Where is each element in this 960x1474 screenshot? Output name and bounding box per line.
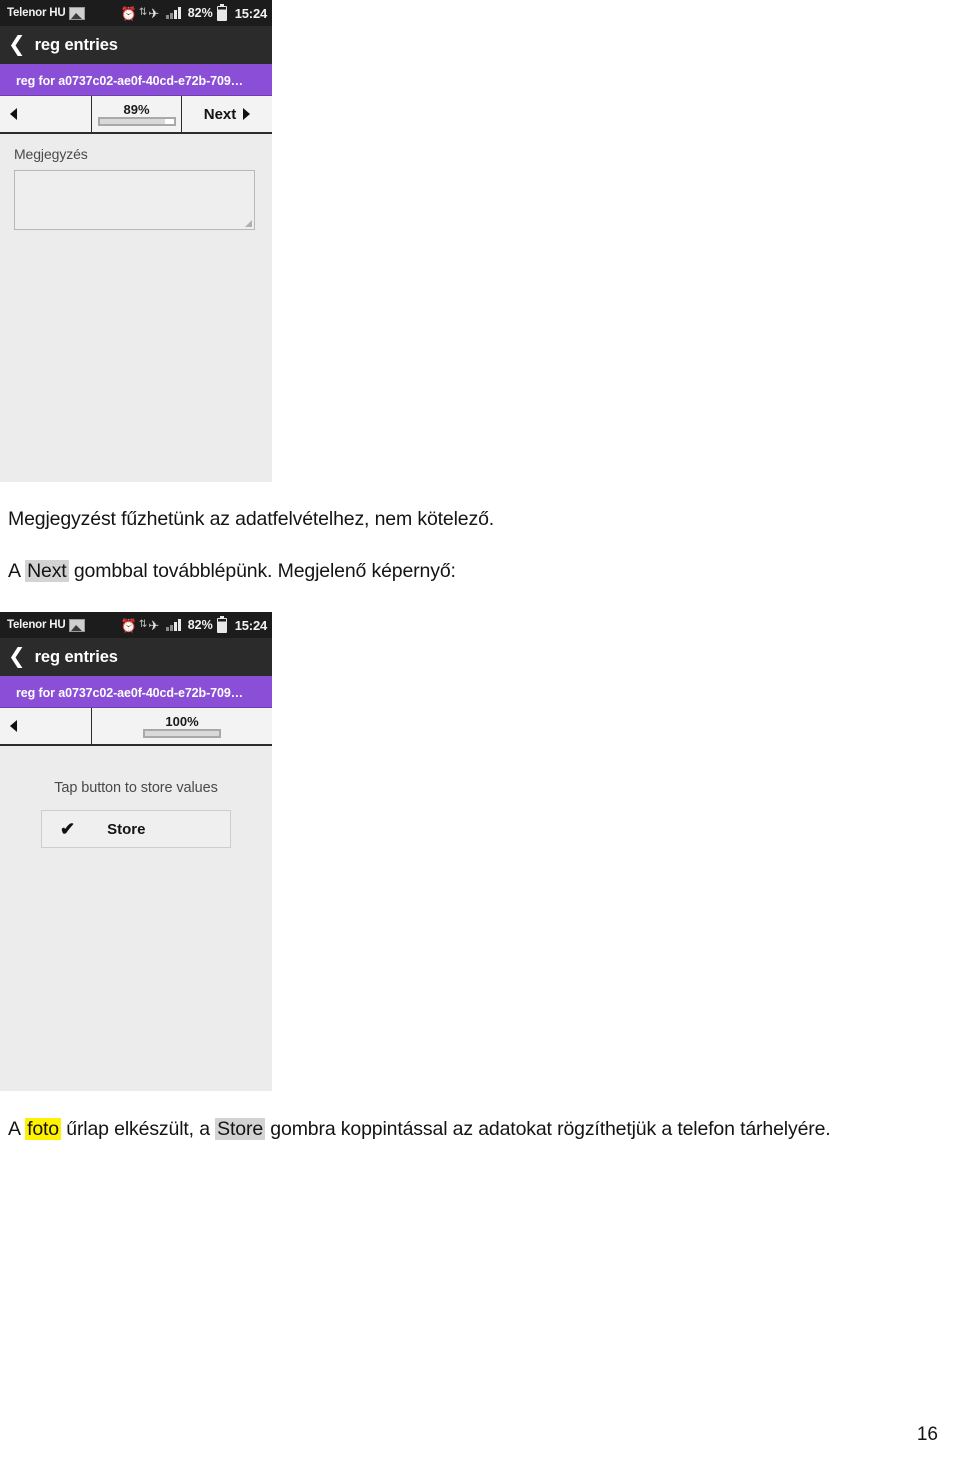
- form-progress-1: 89%: [92, 96, 182, 132]
- back-chevron-icon[interactable]: ❮: [8, 646, 26, 667]
- paragraph-note-optional: Megjegyzést fűzhetünk az adatfelvételhez…: [8, 506, 494, 532]
- check-mark-icon: ✔: [60, 819, 76, 839]
- phone-screenshot-1: Telenor HU ⏰ ⇅ ✈ 82% 15:24 ❮ reg entries…: [0, 0, 272, 482]
- action-bar-title: reg entries: [34, 647, 118, 666]
- form-title-label: reg for a0737c02-ae0f-40cd-e72b-709…: [16, 685, 244, 700]
- form-title-bar-2: reg for a0737c02-ae0f-40cd-e72b-709…: [0, 678, 272, 708]
- signal-bars-icon: [166, 7, 181, 19]
- inline-highlight-foto: foto: [25, 1118, 61, 1140]
- triangle-left-icon: [10, 108, 17, 120]
- picture-icon: [68, 618, 85, 632]
- paragraph-text-part: gombbal továbblépünk. Megjelenő képernyő…: [68, 560, 456, 582]
- signal-bars-icon: [166, 619, 181, 631]
- paragraph-text: Megjegyzést fűzhetünk az adatfelvételhez…: [8, 508, 495, 530]
- inline-highlight-store: Store: [215, 1118, 266, 1140]
- picture-icon: [68, 6, 85, 20]
- form-title-label: reg for a0737c02-ae0f-40cd-e72b-709…: [16, 73, 244, 88]
- action-bar-2: ❮ reg entries: [0, 638, 272, 678]
- store-button-label: Store: [107, 820, 146, 838]
- form-nav-row-2: 100%: [0, 708, 272, 746]
- status-icons-group: ⏰ ⇅ ✈ 82% 15:24: [120, 615, 267, 633]
- inline-highlight-next: Next: [25, 560, 69, 582]
- clock-label: 15:24: [234, 5, 267, 21]
- triangle-left-icon: [10, 720, 17, 732]
- form-progress-2: 100%: [92, 708, 272, 744]
- carrier-label: Telenor HU: [7, 619, 66, 631]
- paragraph-text-part: űrlap elkészült, a: [61, 1118, 216, 1140]
- wifi-icon: ✈: [148, 5, 160, 21]
- form-body-2: Tap button to store values ✔ Store: [0, 746, 272, 1091]
- sync-icon: ⇅: [138, 7, 148, 18]
- battery-icon: [216, 615, 227, 633]
- action-bar-1: ❮ reg entries: [0, 26, 272, 66]
- page-number: 16: [916, 1424, 938, 1445]
- alarm-clock-icon: ⏰: [120, 617, 137, 633]
- form-title-bar-1: reg for a0737c02-ae0f-40cd-e72b-709…: [0, 66, 272, 96]
- triangle-right-icon: [243, 108, 251, 120]
- paragraph-text-part: gombra koppintással az adatokat rögzíthe…: [265, 1118, 831, 1140]
- phone-screenshot-2: Telenor HU ⏰ ⇅ ✈ 82% 15:24 ❮ reg entries…: [0, 612, 272, 1091]
- battery-percent-label: 82%: [187, 618, 213, 632]
- progress-bar: [97, 116, 176, 126]
- note-textarea[interactable]: [14, 170, 255, 230]
- form-nav-row-1: 89% Next: [0, 96, 272, 134]
- prev-button[interactable]: [0, 708, 92, 744]
- battery-icon: [216, 3, 227, 21]
- progress-bar: [143, 728, 221, 738]
- clock-label: 15:24: [234, 617, 267, 633]
- status-bar-2: Telenor HU ⏰ ⇅ ✈ 82% 15:24: [0, 612, 272, 638]
- status-bar-1: Telenor HU ⏰ ⇅ ✈ 82% 15:24: [0, 0, 272, 26]
- form-body-1: Megjegyzés: [0, 134, 272, 482]
- alarm-clock-icon: ⏰: [120, 5, 137, 21]
- store-button[interactable]: ✔ Store: [41, 810, 231, 848]
- note-field-label: Megjegyzés: [14, 146, 88, 162]
- status-icons-group: ⏰ ⇅ ✈ 82% 15:24: [120, 3, 267, 21]
- progress-percent-label: 89%: [123, 101, 150, 117]
- wifi-icon: ✈: [148, 617, 160, 633]
- carrier-label: Telenor HU: [7, 7, 66, 19]
- paragraph-text-part: A: [8, 1118, 26, 1140]
- progress-percent-label: 100%: [165, 713, 199, 729]
- back-chevron-icon[interactable]: ❮: [8, 34, 26, 55]
- paragraph-store-button: A foto űrlap elkészült, a Store gombra k…: [8, 1116, 831, 1142]
- store-hint-label: Tap button to store values: [54, 780, 218, 796]
- battery-percent-label: 82%: [187, 6, 213, 20]
- paragraph-text-part: A: [8, 560, 26, 582]
- paragraph-next-button: A Next gombbal továbblépünk. Megjelenő k…: [8, 558, 456, 584]
- action-bar-title: reg entries: [34, 35, 118, 54]
- prev-button[interactable]: [0, 96, 92, 132]
- next-button-label: Next: [203, 105, 237, 123]
- next-button[interactable]: Next: [182, 96, 272, 132]
- sync-icon: ⇅: [138, 619, 148, 630]
